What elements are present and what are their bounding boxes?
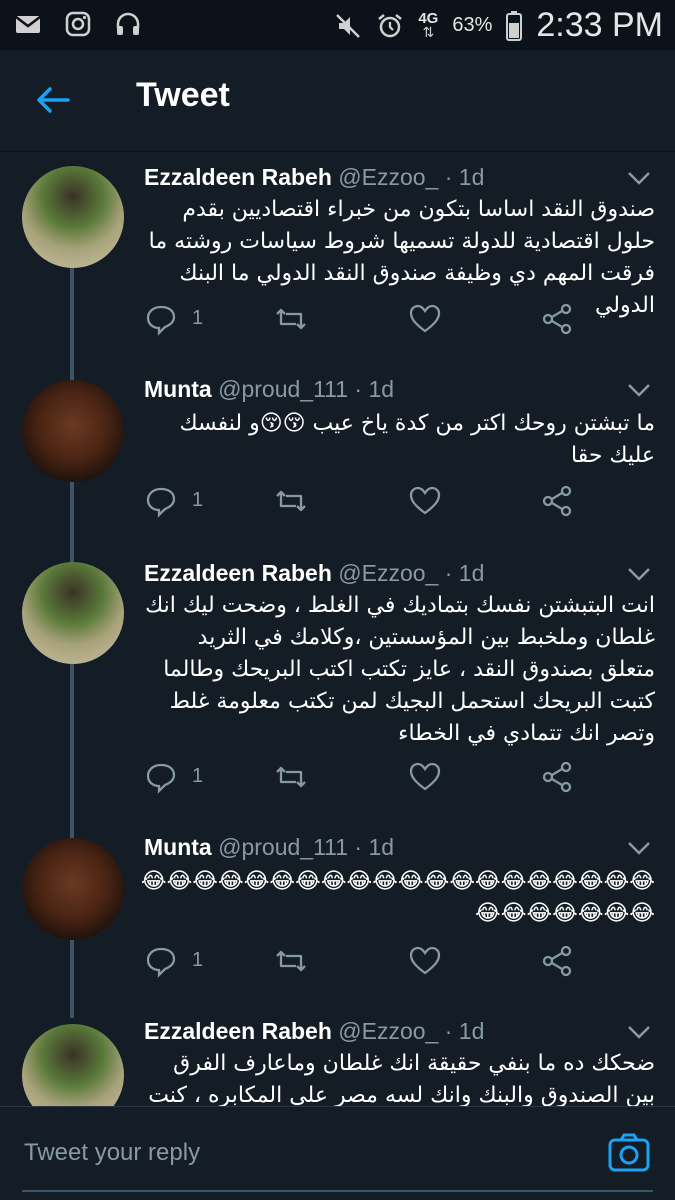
tweet-text: ضحكك ده ما بنفي حقيقة انك غلطان وماعارف … [148, 1051, 655, 1106]
chevron-down-icon[interactable] [625, 1022, 653, 1042]
retweet-icon[interactable] [274, 484, 308, 518]
avatar[interactable] [22, 562, 124, 664]
author-name[interactable]: Munta [144, 834, 212, 860]
author-handle: @Ezzoo_ · 1d [338, 1018, 485, 1044]
tweet-header: Ezzaldeen Rabeh @Ezzoo_ · 1d [144, 1018, 484, 1045]
reply-count: 1 [192, 765, 204, 787]
chevron-down-icon[interactable] [625, 380, 653, 400]
avatar[interactable] [22, 1024, 124, 1106]
reply-count: 1 [192, 489, 204, 511]
network-icon: 4G ⇅ [418, 9, 439, 41]
reply-icon[interactable] [144, 302, 178, 336]
tweet-header: Munta @proud_111 · 1d [144, 376, 394, 403]
page-title: Tweet [136, 76, 230, 114]
reply-count: 1 [192, 949, 204, 971]
author-handle: @Ezzoo_ · 1d [338, 164, 485, 190]
battery-icon [506, 10, 523, 41]
author-name[interactable]: Ezzaldeen Rabeh [144, 560, 332, 586]
clock: 2:33 PM [536, 6, 663, 44]
share-icon[interactable] [540, 484, 574, 518]
avatar[interactable] [22, 380, 124, 482]
author-handle: @proud_111 · 1d [218, 834, 395, 860]
tweet-header: Munta @proud_111 · 1d [144, 834, 394, 861]
tweet-actions: 1 [144, 302, 584, 342]
author-handle: @Ezzoo_ · 1d [338, 560, 485, 586]
tweet[interactable]: Ezzaldeen Rabeh @Ezzoo_ · 1d صندوق النقد… [0, 152, 675, 354]
tweet-actions: 1 [144, 944, 584, 984]
retweet-icon[interactable] [274, 760, 308, 794]
tweet-text: 😂😂😂😂😂😂😂😂😂😂😂😂😂😂😂😂😂😂😂😂😂😂😂😂😂😂😂 [140, 869, 655, 926]
tweet-text: انت البتبشتن نفسك بتماديك في الغلط ، وضح… [145, 593, 655, 746]
reply-icon[interactable] [144, 944, 178, 978]
author-name[interactable]: Ezzaldeen Rabeh [144, 1018, 332, 1044]
avatar[interactable] [22, 838, 124, 940]
tweet[interactable]: Ezzaldeen Rabeh @Ezzoo_ · 1d ضحكك ده ما … [0, 1012, 675, 1106]
battery-percent: 63% [452, 14, 493, 36]
like-icon[interactable] [408, 484, 442, 518]
share-icon[interactable] [540, 302, 574, 336]
status-bar: 4G ⇅ 63% 2:33 PM [0, 0, 675, 50]
reply-thread: Ezzaldeen Rabeh @Ezzoo_ · 1d صندوق النقد… [0, 152, 675, 1106]
share-icon[interactable] [540, 944, 574, 978]
like-icon[interactable] [408, 760, 442, 794]
retweet-icon[interactable] [274, 944, 308, 978]
reply-icon[interactable] [144, 760, 178, 794]
reply-count: 1 [192, 307, 204, 329]
tweet[interactable]: Munta @proud_111 · 1d 😂😂😂😂😂😂😂😂😂😂😂😂😂😂😂😂😂😂… [0, 826, 675, 1012]
tweet[interactable]: Ezzaldeen Rabeh @Ezzoo_ · 1d انت البتبشت… [0, 548, 675, 826]
tweet-actions: 1 [144, 484, 584, 524]
mute-icon [336, 13, 361, 38]
retweet-icon[interactable] [274, 302, 308, 336]
avatar[interactable] [22, 166, 124, 268]
share-icon[interactable] [540, 760, 574, 794]
camera-icon[interactable] [607, 1131, 651, 1175]
chevron-down-icon[interactable] [625, 564, 653, 584]
alarm-icon [378, 13, 403, 37]
like-icon[interactable] [408, 944, 442, 978]
author-handle: @proud_111 · 1d [218, 376, 395, 402]
tweet[interactable]: Munta @proud_111 · 1d ما تبشتن روحك اكتر… [0, 362, 675, 548]
input-underline [22, 1190, 653, 1192]
network-label: 4G [418, 9, 439, 27]
like-icon[interactable] [408, 302, 442, 336]
instagram-icon [65, 11, 91, 37]
tweet-actions: 1 [144, 760, 584, 800]
chevron-down-icon[interactable] [625, 168, 653, 188]
reply-composer: Tweet your reply [0, 1106, 675, 1200]
reply-icon[interactable] [144, 484, 178, 518]
mail-icon [15, 16, 41, 33]
back-arrow-icon[interactable] [32, 80, 72, 120]
headphones-icon [116, 12, 140, 35]
author-name[interactable]: Munta [144, 376, 212, 402]
app-bar: Tweet [0, 50, 675, 152]
tweet-header: Ezzaldeen Rabeh @Ezzoo_ · 1d [144, 164, 484, 191]
tweet-header: Ezzaldeen Rabeh @Ezzoo_ · 1d [144, 560, 484, 587]
reply-input[interactable]: Tweet your reply [24, 1139, 200, 1167]
author-name[interactable]: Ezzaldeen Rabeh [144, 164, 332, 190]
tweet-text: ما تبشتن روحك اكتر من كدة ياخ عيب 😚😚و لن… [179, 411, 655, 468]
chevron-down-icon[interactable] [625, 838, 653, 858]
